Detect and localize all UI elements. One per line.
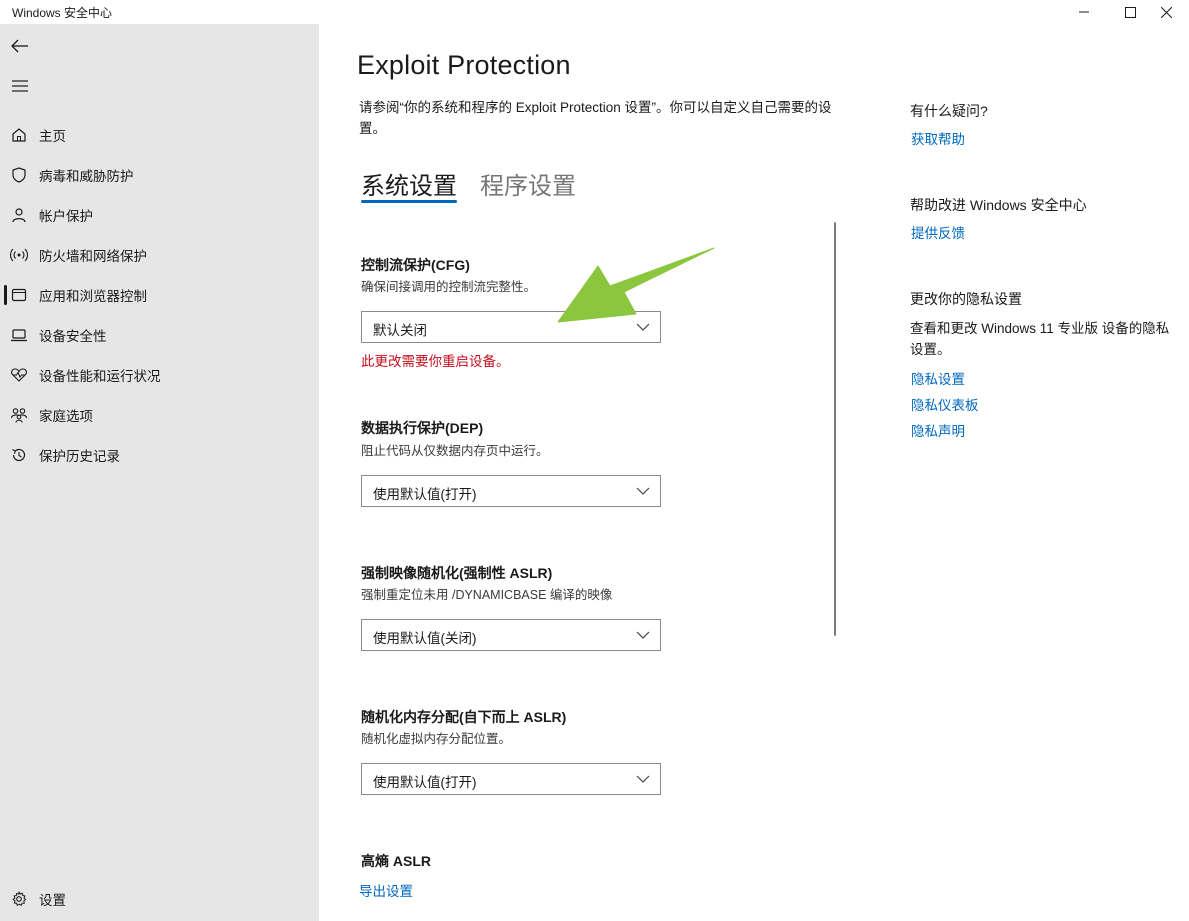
cfg-description: 确保间接调用的控制流完整性。 [361, 280, 537, 294]
window-title: Windows 安全中心 [12, 6, 113, 20]
mandatory-aslr-dropdown[interactable]: 使用默认值(关闭) [361, 619, 661, 651]
sidebar-item-device-performance[interactable]: 设备性能和运行状况 [0, 357, 319, 393]
mandatory-aslr-description: 强制重定位未用 /DYNAMICBASE 编译的映像 [361, 588, 613, 602]
dep-title: 数据执行保护(DEP) [361, 420, 484, 436]
sidebar-item-label: 应用和浏览器控制 [39, 289, 147, 304]
hamburger-icon [12, 80, 28, 92]
sidebar-item-label: 防火墙和网络保护 [39, 249, 147, 264]
sidebar-item-home[interactable]: 主页 [0, 117, 319, 153]
sidebar-item-settings[interactable]: 设置 [0, 881, 319, 917]
back-arrow-icon [11, 39, 28, 53]
sidebar-item-family-options[interactable]: 家庭选项 [0, 397, 319, 433]
export-settings-link[interactable]: 导出设置 [359, 880, 413, 900]
gear-icon [10, 890, 28, 908]
dep-dropdown[interactable]: 使用默认值(打开) [361, 475, 661, 507]
title-bar: Windows 安全中心 [0, 0, 1189, 24]
sidebar-item-label: 设置 [39, 893, 66, 908]
wifi-icon [10, 246, 28, 264]
sidebar-item-label: 主页 [39, 129, 66, 144]
dep-dropdown-value: 使用默认值(打开) [373, 487, 477, 502]
sidebar-item-label: 保护历史记录 [39, 449, 120, 464]
page-title: Exploit Protection [357, 50, 571, 80]
get-help-link[interactable]: 获取帮助 [911, 128, 965, 148]
sidebar-item-virus-protection[interactable]: 病毒和威胁防护 [0, 157, 319, 193]
shield-icon [10, 166, 28, 184]
close-icon [1160, 6, 1172, 18]
sidebar-item-label: 帐户保护 [39, 209, 93, 224]
maximize-icon [1124, 6, 1136, 18]
improve-heading: 帮助改进 Windows 安全中心 [910, 197, 1087, 213]
sidebar-item-account-protection[interactable]: 帐户保护 [0, 197, 319, 233]
family-icon [10, 406, 28, 424]
sidebar-item-label: 设备性能和运行状况 [39, 369, 161, 384]
sidebar-item-label: 设备安全性 [39, 329, 107, 344]
cfg-title: 控制流保护(CFG) [361, 257, 470, 273]
restart-warning: 此更改需要你重启设备。 [361, 354, 510, 369]
bottom-up-aslr-title: 随机化内存分配(自下而上 ASLR) [361, 709, 567, 725]
privacy-settings-link[interactable]: 隐私设置 [911, 368, 965, 388]
privacy-description: 查看和更改 Windows 11 专业版 设备的隐私设置。 [910, 321, 1170, 357]
privacy-dashboard-link[interactable]: 隐私仪表板 [911, 394, 979, 414]
scrollbar-thumb[interactable] [834, 222, 836, 636]
heart-pulse-icon [10, 366, 28, 384]
sidebar-item-protection-history[interactable]: 保护历史记录 [0, 437, 319, 473]
laptop-icon [10, 326, 28, 344]
chevron-down-icon [636, 775, 650, 783]
privacy-heading: 更改你的隐私设置 [910, 291, 1022, 307]
minimize-icon [1079, 11, 1089, 13]
dep-description: 阻止代码从仅数据内存页中运行。 [361, 444, 549, 458]
help-heading: 有什么疑问? [910, 103, 988, 119]
active-indicator [4, 285, 7, 305]
sidebar-item-firewall[interactable]: 防火墙和网络保护 [0, 237, 319, 273]
annotation-arrow-icon [557, 247, 715, 323]
privacy-statement-link[interactable]: 隐私声明 [911, 420, 965, 440]
sidebar-item-label: 病毒和威胁防护 [39, 169, 134, 184]
back-button[interactable] [8, 36, 32, 56]
hamburger-menu-button[interactable] [8, 76, 32, 96]
sidebar-item-device-security[interactable]: 设备安全性 [0, 317, 319, 353]
bottom-up-aslr-dropdown-value: 使用默认值(打开) [373, 775, 477, 790]
history-icon [10, 446, 28, 464]
bottom-up-aslr-description: 随机化虚拟内存分配位置。 [361, 732, 512, 746]
close-button[interactable] [1143, 0, 1189, 24]
minimize-button[interactable] [1061, 0, 1107, 24]
high-entropy-aslr-title: 高熵 ASLR [361, 853, 431, 869]
feedback-link[interactable]: 提供反馈 [911, 222, 965, 242]
chevron-down-icon [636, 487, 650, 495]
home-icon [10, 126, 28, 144]
sidebar: 主页 病毒和威胁防护 帐户保护 防火墙和网络保护 应用和浏览器控制 设备安全性 [0, 24, 319, 921]
tab-selected-indicator [361, 200, 457, 203]
tab-program-settings[interactable]: 程序设置 [480, 166, 576, 201]
cfg-dropdown-value: 默认关闭 [373, 323, 427, 338]
mandatory-aslr-dropdown-value: 使用默认值(关闭) [373, 631, 477, 646]
sidebar-item-label: 家庭选项 [39, 409, 93, 424]
tab-system-settings[interactable]: 系统设置 [361, 166, 457, 201]
bottom-up-aslr-dropdown[interactable]: 使用默认值(打开) [361, 763, 661, 795]
mandatory-aslr-title: 强制映像随机化(强制性 ASLR) [361, 565, 553, 581]
chevron-down-icon [636, 631, 650, 639]
clipped-description [361, 869, 631, 873]
sidebar-item-app-browser-control[interactable]: 应用和浏览器控制 [0, 277, 319, 313]
app-window-icon [10, 286, 28, 304]
page-description: 请参阅“你的系统和程序的 Exploit Protection 设置”。你可以自… [359, 100, 832, 136]
person-icon [10, 206, 28, 224]
